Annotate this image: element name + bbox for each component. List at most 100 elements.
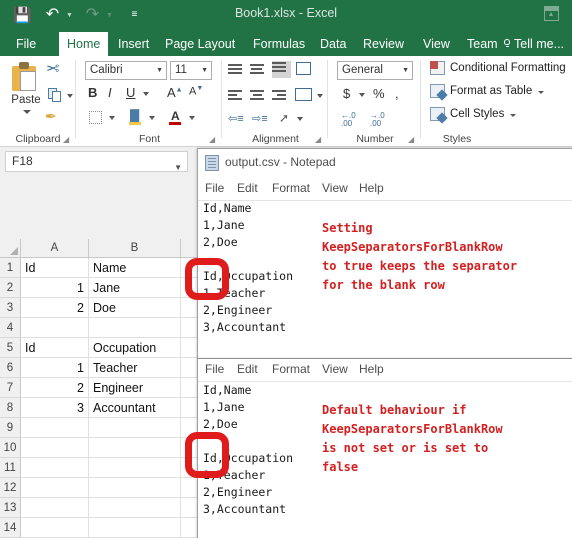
cell-a5[interactable]: Id — [21, 338, 89, 358]
cell-b1[interactable]: Name — [89, 258, 181, 278]
merge-and-center-icon[interactable] — [295, 88, 312, 101]
copy-icon[interactable] — [48, 88, 62, 102]
tab-home[interactable]: Home — [59, 32, 109, 56]
format-painter-icon[interactable]: ✒ — [45, 109, 57, 123]
cell-a9[interactable] — [21, 418, 89, 438]
cell-b3[interactable]: Doe — [89, 298, 181, 318]
row-header-7[interactable]: 7 — [0, 378, 21, 398]
italic-button[interactable]: I — [108, 86, 112, 99]
menu-format-bottom[interactable]: Format — [272, 362, 310, 376]
row-header-12[interactable]: 12 — [0, 478, 21, 498]
menu-view-top[interactable]: View — [322, 181, 348, 195]
menu-edit-top[interactable]: Edit — [237, 181, 258, 195]
format-as-table-chevron-down-icon[interactable] — [538, 91, 544, 94]
borders-chevron-down-icon[interactable] — [109, 116, 115, 120]
row-header-14[interactable]: 14 — [0, 518, 21, 538]
align-right-icon[interactable] — [272, 89, 287, 102]
row-header-11[interactable]: 11 — [0, 458, 21, 478]
bold-button[interactable]: B — [88, 86, 97, 99]
cell-a2[interactable]: 1 — [21, 278, 89, 298]
row-header-6[interactable]: 6 — [0, 358, 21, 378]
fill-color-chevron-down-icon[interactable] — [149, 116, 155, 120]
tab-formulas[interactable]: Formulas — [245, 32, 313, 56]
cell-styles-chevron-down-icon[interactable] — [510, 114, 516, 117]
format-as-table-button[interactable]: Format as Table — [450, 85, 532, 97]
cell-a4[interactable] — [21, 318, 89, 338]
currency-chevron-down-icon[interactable] — [359, 93, 365, 97]
row-header-2[interactable]: 2 — [0, 278, 21, 298]
tab-file[interactable]: File — [8, 32, 44, 56]
merge-chevron-down-icon[interactable] — [317, 94, 323, 98]
menu-edit-bottom[interactable]: Edit — [237, 362, 258, 376]
alignment-dialog-launcher[interactable]: ◢ — [315, 135, 324, 144]
decrease-decimal-icon[interactable]: →.0.00 — [370, 111, 385, 129]
row-header-5[interactable]: 5 — [0, 338, 21, 358]
increase-indent-icon[interactable]: ⇨≡ — [252, 112, 268, 125]
cell-b12[interactable] — [89, 478, 181, 498]
cell-a3[interactable]: 2 — [21, 298, 89, 318]
align-left-icon[interactable] — [228, 89, 243, 102]
percent-format-icon[interactable]: % — [373, 87, 385, 100]
row-header-13[interactable]: 13 — [0, 498, 21, 518]
format-as-table-icon[interactable] — [430, 84, 448, 101]
name-box[interactable]: F18 ▼ — [5, 151, 188, 172]
number-format-box[interactable]: General ▼ — [337, 61, 413, 80]
paste-label[interactable]: Paste — [3, 94, 49, 106]
menu-file-bottom[interactable]: File — [205, 362, 224, 376]
menu-file-top[interactable]: File — [205, 181, 224, 195]
increase-decimal-icon[interactable]: ←.0.00 — [341, 111, 356, 129]
cell-b6[interactable]: Teacher — [89, 358, 181, 378]
decrease-indent-icon[interactable]: ⇦≡ — [228, 112, 244, 125]
align-bottom-icon[interactable] — [272, 61, 291, 78]
currency-format-icon[interactable]: $ — [343, 87, 350, 100]
tab-review[interactable]: Review — [355, 32, 412, 56]
decrease-font-size-icon[interactable]: A▼ — [189, 85, 203, 98]
wrap-text-icon[interactable] — [296, 62, 311, 75]
cell-b13[interactable] — [89, 498, 181, 518]
tab-data[interactable]: Data — [312, 32, 354, 56]
orientation-icon[interactable]: ➚ — [279, 111, 289, 125]
underline-button[interactable]: U — [126, 86, 135, 99]
row-header-1[interactable]: 1 — [0, 258, 21, 278]
column-header-b[interactable]: B — [89, 239, 181, 258]
column-header-a[interactable]: A — [21, 239, 89, 258]
number-format-chevron-down-icon[interactable]: ▼ — [402, 62, 409, 79]
cell-styles-icon[interactable] — [430, 107, 448, 124]
menu-help-bottom[interactable]: Help — [359, 362, 384, 376]
cell-b7[interactable]: Engineer — [89, 378, 181, 398]
font-color-chevron-down-icon[interactable] — [189, 116, 195, 120]
notepad-window-top[interactable]: output.csv - Notepad File Edit Format Vi… — [197, 148, 572, 359]
row-header-8[interactable]: 8 — [0, 398, 21, 418]
align-middle-icon[interactable] — [250, 63, 265, 76]
cell-b4[interactable] — [89, 318, 181, 338]
align-top-icon[interactable] — [228, 63, 243, 76]
paste-chevron-down-icon[interactable] — [23, 110, 31, 114]
cell-b11[interactable] — [89, 458, 181, 478]
font-name-chevron-down-icon[interactable]: ▼ — [156, 62, 163, 79]
row-header-4[interactable]: 4 — [0, 318, 21, 338]
cell-b2[interactable]: Jane — [89, 278, 181, 298]
font-size-chevron-down-icon[interactable]: ▼ — [201, 62, 208, 79]
font-size-box[interactable]: 11 ▼ — [170, 61, 212, 80]
cell-a10[interactable] — [21, 438, 89, 458]
borders-icon[interactable] — [89, 111, 102, 124]
increase-font-size-icon[interactable]: A▲ — [167, 85, 183, 100]
menu-format-top[interactable]: Format — [272, 181, 310, 195]
cell-b9[interactable] — [89, 418, 181, 438]
conditional-formatting-icon[interactable] — [430, 61, 445, 75]
orientation-chevron-down-icon[interactable] — [297, 117, 303, 121]
clipboard-dialog-launcher[interactable]: ◢ — [63, 135, 72, 144]
cell-styles-button[interactable]: Cell Styles — [450, 108, 504, 120]
name-box-chevron-down-icon[interactable]: ▼ — [174, 158, 182, 177]
align-center-icon[interactable] — [250, 89, 265, 102]
cell-a13[interactable] — [21, 498, 89, 518]
row-header-10[interactable]: 10 — [0, 438, 21, 458]
comma-format-icon[interactable]: , — [395, 87, 399, 100]
cut-scissors-icon[interactable]: ✂ — [46, 61, 59, 78]
cell-a8[interactable]: 3 — [21, 398, 89, 418]
cell-b8[interactable]: Accountant — [89, 398, 181, 418]
cell-b14[interactable] — [89, 518, 181, 538]
tab-view[interactable]: View — [415, 32, 458, 56]
ribbon-display-options-icon[interactable] — [544, 6, 559, 21]
cell-a6[interactable]: 1 — [21, 358, 89, 378]
